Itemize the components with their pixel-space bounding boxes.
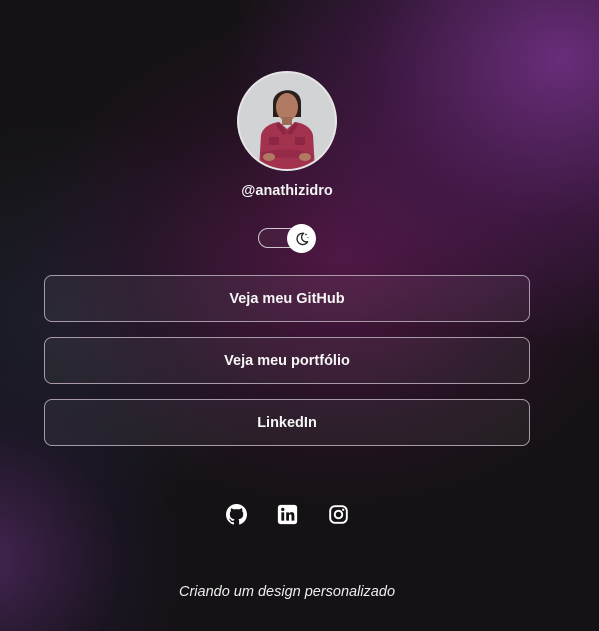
instagram-icon[interactable] — [327, 503, 350, 526]
avatar-photo — [239, 73, 335, 169]
theme-toggle[interactable] — [287, 224, 316, 253]
portfolio-link-button[interactable]: Veja meu portfólio — [44, 337, 530, 384]
github-link-button[interactable]: Veja meu GitHub — [44, 275, 530, 322]
github-icon[interactable] — [225, 503, 248, 526]
username: @anathizidro — [241, 183, 333, 199]
profile-page: @anathizidro Veja meu GitHub Veja meu po… — [0, 0, 599, 631]
moon-stars-icon — [295, 232, 309, 245]
footer-tagline: Criando um design personalizado — [178, 584, 396, 600]
social-links — [0, 503, 574, 526]
linkedin-icon[interactable] — [276, 503, 299, 526]
avatar — [237, 71, 337, 171]
linkedin-link-button[interactable]: LinkedIn — [44, 399, 530, 446]
